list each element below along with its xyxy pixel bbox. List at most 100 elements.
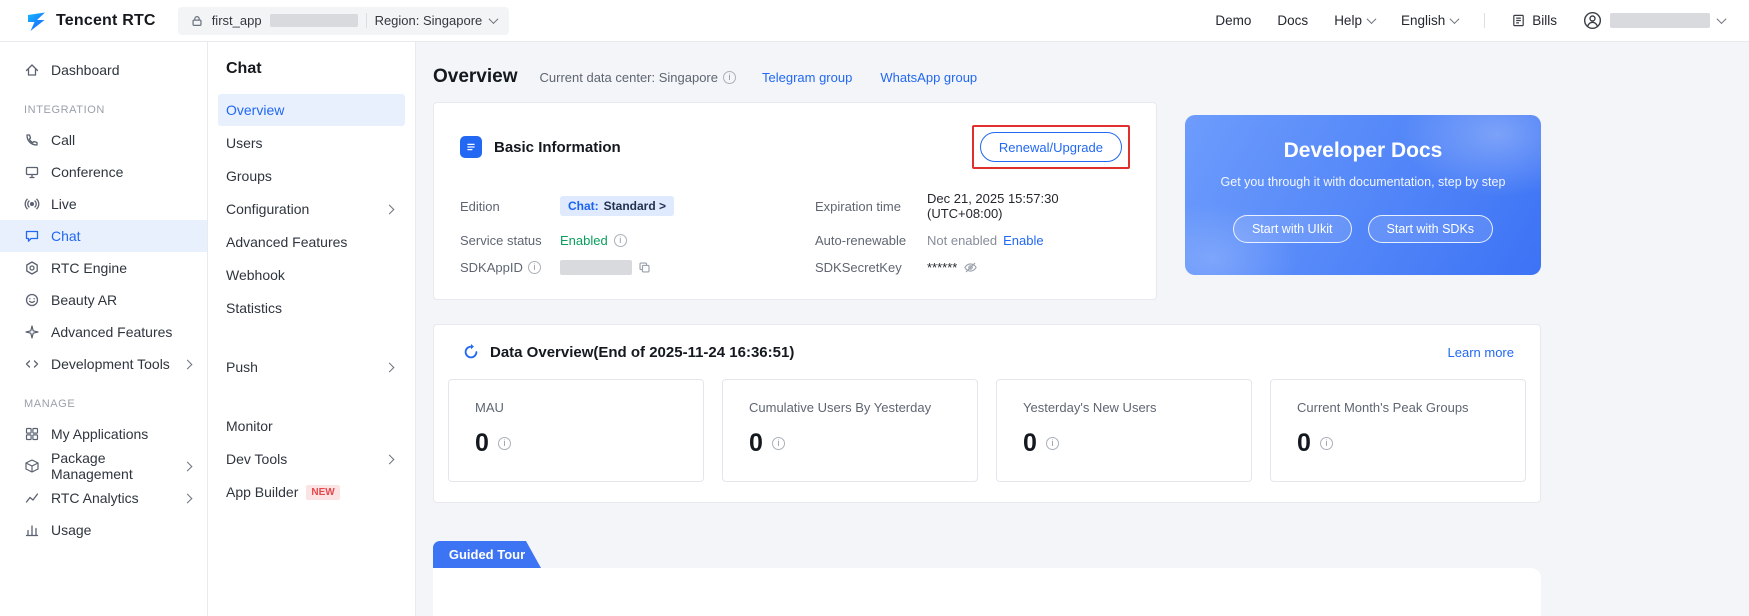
sidebar-item-label: RTC Engine [51, 260, 191, 276]
metric-card-cumulative-users: Cumulative Users By Yesterday 0 [722, 379, 978, 482]
info-icon[interactable] [723, 71, 736, 84]
sparkle-icon [24, 324, 40, 340]
sdkappid-label: SDKAppID [460, 260, 523, 275]
subnav-item-groups[interactable]: Groups [218, 160, 405, 192]
subnav-item-dev-tools[interactable]: Dev Tools [218, 443, 405, 475]
whatsapp-group-link[interactable]: WhatsApp group [880, 70, 977, 85]
sidebar-item-call[interactable]: Call [0, 124, 207, 156]
section-label-manage: MANAGE [0, 380, 207, 418]
subnav-item-label: Configuration [226, 201, 386, 217]
subnav-group-gap [218, 384, 405, 410]
basic-info-doc-icon [460, 136, 482, 158]
subnav-item-label: Groups [226, 168, 393, 184]
telegram-group-link[interactable]: Telegram group [762, 70, 852, 85]
page-title: Overview [433, 66, 518, 88]
subnav-item-statistics[interactable]: Statistics [218, 292, 405, 324]
subnav-group-gap [218, 325, 405, 351]
chevron-right-icon [183, 359, 193, 369]
chevron-right-icon [183, 493, 193, 503]
refresh-icon[interactable] [462, 343, 480, 361]
subnav-item-overview[interactable]: Overview [218, 94, 405, 126]
subnav-item-app-builder[interactable]: App BuilderNEW [218, 476, 405, 508]
topnav-help[interactable]: Help [1334, 13, 1375, 28]
sidebar-item-live[interactable]: Live [0, 188, 207, 220]
bills-icon [1511, 13, 1526, 28]
engine-icon [24, 260, 40, 276]
sidebar-item-my-applications[interactable]: My Applications [0, 418, 207, 450]
guided-tour-section: Guided Tour [433, 541, 1541, 616]
edition-label: Edition [460, 199, 560, 214]
sidebar-item-usage[interactable]: Usage [0, 514, 207, 546]
sidebar-item-development-tools[interactable]: Development Tools [0, 348, 207, 380]
copy-icon[interactable] [638, 261, 651, 274]
guided-tour-tab[interactable]: Guided Tour [433, 541, 541, 568]
tencent-rtc-logo-icon [24, 9, 48, 33]
subnav-item-label: Advanced Features [226, 234, 393, 250]
sidebar-item-rtc-analytics[interactable]: RTC Analytics [0, 482, 207, 514]
topnav-docs[interactable]: Docs [1277, 13, 1308, 28]
auto-renew-label: Auto-renewable [815, 233, 927, 248]
annotation-red-box: Renewal/Upgrade [972, 125, 1130, 169]
chevron-down-icon [1717, 14, 1727, 24]
brand[interactable]: Tencent RTC [24, 9, 156, 33]
sidebar-item-chat[interactable]: Chat [0, 220, 207, 252]
guided-tour-panel [433, 568, 1541, 616]
topnav-bills[interactable]: Bills [1511, 13, 1557, 28]
subnav-item-advanced-features[interactable]: Advanced Features [218, 226, 405, 258]
developer-docs-subtitle: Get you through it with documentation, s… [1221, 175, 1506, 189]
eye-off-icon[interactable] [963, 260, 978, 275]
renewal-upgrade-button[interactable]: Renewal/Upgrade [980, 132, 1122, 162]
subnav-item-users[interactable]: Users [218, 127, 405, 159]
sidebar-item-beauty-ar[interactable]: Beauty AR [0, 284, 207, 316]
metric-value: 0 [1023, 429, 1037, 458]
sidebar-item-label: RTC Analytics [51, 490, 173, 506]
primary-sidebar: Dashboard INTEGRATION Call Conference Li… [0, 42, 208, 616]
page-header: Overview Current data center: Singapore … [433, 66, 1541, 88]
info-icon[interactable] [772, 437, 785, 450]
apps-grid-icon [24, 426, 40, 442]
edition-value: Standard > [604, 199, 666, 213]
developer-docs-title: Developer Docs [1284, 139, 1443, 163]
subnav-item-monitor[interactable]: Monitor [218, 410, 405, 442]
info-icon[interactable] [528, 261, 541, 274]
sidebar-item-package-management[interactable]: Package Management [0, 450, 207, 482]
app-region-selector[interactable]: first_app Region: Singapore [178, 7, 510, 35]
start-with-sdks-button[interactable]: Start with SDKs [1368, 215, 1494, 243]
subnav-item-push[interactable]: Push [218, 351, 405, 383]
sidebar-item-rtc-engine[interactable]: RTC Engine [0, 252, 207, 284]
info-icon[interactable] [1320, 437, 1333, 450]
data-overview-title: Data Overview(End of 2025-11-24 16:36:51… [490, 344, 794, 361]
sidebar-item-label: Development Tools [51, 356, 173, 372]
sdksecretkey-label: SDKSecretKey [815, 260, 927, 275]
developer-docs-card: Developer Docs Get you through it with d… [1185, 115, 1541, 275]
edition-badge[interactable]: Chat: Standard > [560, 196, 674, 216]
sidebar-item-label: Package Management [51, 450, 173, 482]
learn-more-link[interactable]: Learn more [1448, 345, 1514, 360]
metric-value: 0 [475, 429, 489, 458]
auto-renew-value: Not enabled [927, 233, 997, 248]
usage-bars-icon [24, 522, 40, 538]
info-icon[interactable] [498, 437, 511, 450]
info-icon[interactable] [614, 234, 627, 247]
enable-auto-renew-link[interactable]: Enable [1003, 233, 1043, 248]
topnav-demo[interactable]: Demo [1215, 13, 1251, 28]
expiration-label: Expiration time [815, 199, 927, 214]
redacted-sdkappid [560, 260, 632, 275]
sidebar-item-advanced-features[interactable]: Advanced Features [0, 316, 207, 348]
account-menu[interactable] [1583, 11, 1725, 30]
sidebar-item-label: Advanced Features [51, 324, 191, 340]
expiration-value: Dec 21, 2025 15:57:30 (UTC+08:00) [927, 191, 1130, 221]
subnav-item-configuration[interactable]: Configuration [218, 193, 405, 225]
topnav-language[interactable]: English [1401, 13, 1458, 28]
sidebar-item-label: Beauty AR [51, 292, 191, 308]
start-with-uikit-button[interactable]: Start with UIkit [1233, 215, 1352, 243]
subnav-item-webhook[interactable]: Webhook [218, 259, 405, 291]
sidebar-item-dashboard[interactable]: Dashboard [0, 54, 207, 86]
chevron-right-icon [385, 204, 395, 214]
subnav-item-label: Webhook [226, 267, 393, 283]
main-content: Overview Current data center: Singapore … [416, 42, 1749, 616]
metric-card-mau: MAU 0 [448, 379, 704, 482]
info-icon[interactable] [1046, 437, 1059, 450]
sidebar-item-conference[interactable]: Conference [0, 156, 207, 188]
phone-icon [24, 132, 40, 148]
